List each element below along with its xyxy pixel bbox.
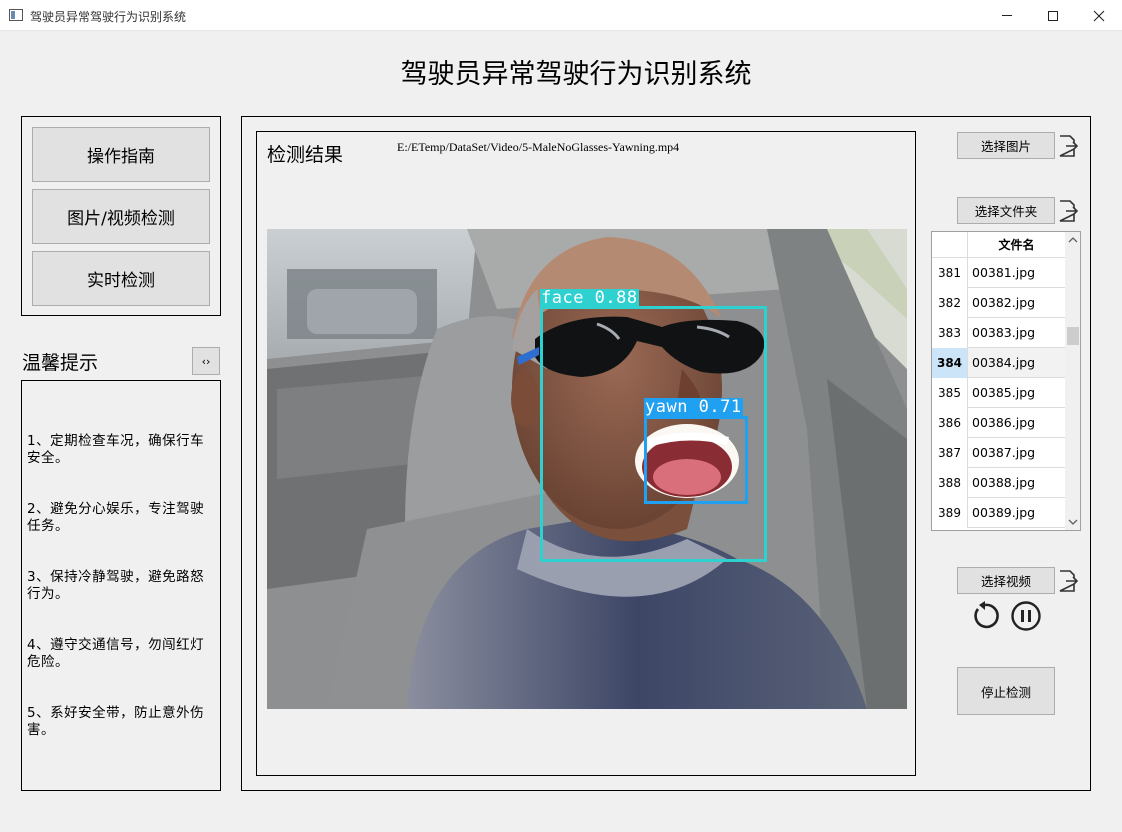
nav-panel: 操作指南 图片/视频检测 实时检测 (21, 116, 221, 316)
row-filename: 00389.jpg (968, 498, 1065, 528)
guide-button[interactable]: 操作指南 (32, 127, 210, 182)
file-path: E:/ETemp/DataSet/Video/5-MaleNoGlasses-Y… (397, 140, 680, 154)
table-corner (932, 232, 968, 258)
row-filename: 00388.jpg (968, 468, 1065, 498)
maximize-button[interactable] (1030, 0, 1076, 31)
pause-icon[interactable] (1010, 600, 1042, 632)
yawn-detection-label: yawn 0.71 (644, 397, 743, 417)
table-row[interactable]: 381 00381.jpg (932, 258, 1065, 288)
result-label: 检测结果 (267, 144, 344, 166)
select-folder-button[interactable]: 选择文件夹 (957, 197, 1055, 224)
row-filename: 00383.jpg (968, 318, 1065, 348)
app-icon (9, 9, 23, 21)
page-title: 驾驶员异常驾驶行为识别系统 (400, 59, 752, 90)
row-index: 383 (932, 318, 968, 348)
tips-toggle-button[interactable]: ‹› (192, 347, 220, 375)
row-filename: 00386.jpg (968, 408, 1065, 438)
table-scrollbar[interactable] (1065, 232, 1080, 530)
replay-icon[interactable] (969, 600, 1001, 632)
yawn-detection-box (644, 416, 748, 504)
table-row-selected[interactable]: 384 00384.jpg (932, 348, 1065, 378)
row-index: 387 (932, 438, 968, 468)
table-row[interactable]: 386 00386.jpg (932, 408, 1065, 438)
row-filename: 00387.jpg (968, 438, 1065, 468)
close-button[interactable] (1076, 0, 1122, 31)
row-index: 381 (932, 258, 968, 288)
table-row[interactable]: 383 00383.jpg (932, 318, 1065, 348)
scroll-down-icon[interactable] (1065, 514, 1080, 530)
row-index: 382 (932, 288, 968, 318)
face-detection-label: face 0.88 (540, 288, 639, 308)
export-icon[interactable] (1058, 135, 1078, 157)
export-icon[interactable] (1058, 200, 1078, 222)
tips-panel: 1、定期检查车况，确保行车安全。 2、避免分心娱乐，专注驾驶任务。 3、保持冷静… (21, 380, 221, 791)
row-filename: 00382.jpg (968, 288, 1065, 318)
row-filename: 00384.jpg (968, 348, 1065, 378)
tip-item: 1、定期检查车况，确保行车安全。 (27, 433, 205, 466)
tip-item: 4、遵守交通信号，勿闯红灯危险。 (27, 637, 205, 670)
file-list-table[interactable]: 文件名 381 00381.jpg 382 00382.jpg 383 0038… (931, 231, 1081, 531)
maximize-icon (1048, 10, 1058, 21)
row-index: 389 (932, 498, 968, 528)
filename-column-header[interactable]: 文件名 (968, 232, 1065, 258)
table-row[interactable]: 389 00389.jpg (932, 498, 1065, 528)
detection-image: face 0.88 yawn 0.71 (267, 229, 907, 709)
scroll-thumb[interactable] (1067, 327, 1079, 345)
window-title: 驾驶员异常驾驶行为识别系统 (30, 10, 187, 24)
tips-title: 温馨提示 (22, 352, 99, 374)
row-filename: 00381.jpg (968, 258, 1065, 288)
row-filename: 00385.jpg (968, 378, 1065, 408)
tip-item: 5、系好安全带，防止意外伤害。 (27, 705, 205, 738)
window-titlebar: 驾驶员异常驾驶行为识别系统 (0, 0, 1122, 31)
row-index: 388 (932, 468, 968, 498)
stop-detection-button[interactable]: 停止检测 (957, 667, 1055, 715)
close-icon (1093, 10, 1105, 21)
scroll-up-icon[interactable] (1065, 232, 1080, 248)
table-row[interactable]: 382 00382.jpg (932, 288, 1065, 318)
tip-item: 2、避免分心娱乐，专注驾驶任务。 (27, 501, 205, 534)
image-video-detect-button[interactable]: 图片/视频检测 (32, 189, 210, 244)
table-row[interactable]: 385 00385.jpg (932, 378, 1065, 408)
table-row[interactable]: 387 00387.jpg (932, 438, 1065, 468)
row-index: 385 (932, 378, 968, 408)
row-index: 384 (932, 348, 968, 378)
tip-item: 3、保持冷静驾驶，避免路怒行为。 (27, 569, 205, 602)
realtime-detect-button[interactable]: 实时检测 (32, 251, 210, 306)
minimize-button[interactable] (984, 0, 1030, 31)
row-index: 386 (932, 408, 968, 438)
export-icon[interactable] (1058, 570, 1078, 592)
select-image-button[interactable]: 选择图片 (957, 132, 1055, 159)
minimize-icon (1002, 15, 1012, 16)
table-row[interactable]: 388 00388.jpg (932, 468, 1065, 498)
select-video-button[interactable]: 选择视频 (957, 567, 1055, 594)
